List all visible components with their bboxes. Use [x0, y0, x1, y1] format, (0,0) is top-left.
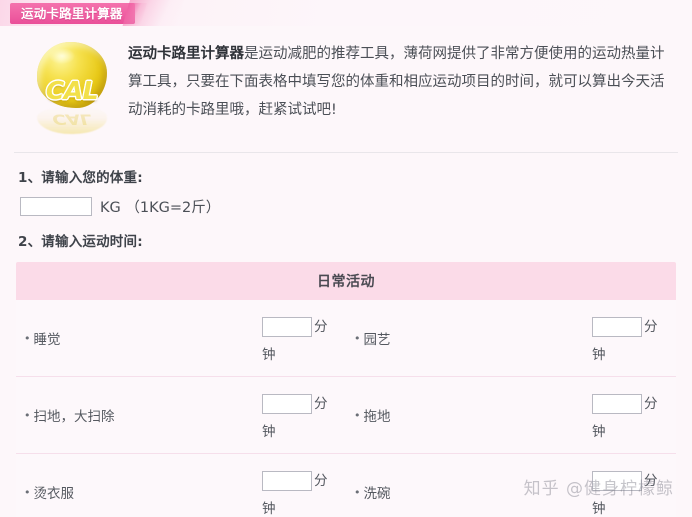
minute-unit-fen: 分: [644, 319, 658, 335]
activity-label-wrap: • 拖地: [354, 386, 592, 427]
bullet-icon: •: [24, 409, 31, 422]
minute-unit-fen: 分: [314, 473, 328, 489]
intro-bold-lead: 运动卡路里计算器: [128, 46, 244, 62]
bullet-icon: •: [354, 409, 361, 422]
minute-unit-fen: 分: [644, 396, 658, 412]
page-title-tab: 运动卡路里计算器: [10, 3, 135, 24]
minutes-input[interactable]: [592, 471, 642, 491]
activity-cell-mopping: • 拖地 分 钟: [346, 377, 676, 453]
minute-unit-fen: 分: [644, 473, 658, 489]
minutes-input[interactable]: [262, 471, 312, 491]
activity-table-header: 日常活动: [16, 262, 676, 300]
calorie-calculator-page: 运动卡路里计算器 CAL CAL 运动卡路里计算器是运动减肥的推荐工具，薄荷网提…: [0, 0, 692, 517]
table-row: • 烫衣服 分 钟 • 洗碗 分 钟: [16, 454, 676, 517]
activity-label: 园艺: [363, 332, 391, 348]
activity-cell-sweeping: • 扫地，大扫除 分 钟: [16, 377, 346, 453]
minute-unit-zhong: 钟: [592, 424, 606, 440]
weight-unit-note: KG （1KG=2斤）: [100, 200, 221, 216]
minute-unit-zhong: 钟: [262, 501, 276, 517]
minute-input-group: 分 钟: [592, 309, 670, 368]
bullet-icon: •: [354, 332, 361, 345]
activity-label: 睡觉: [33, 332, 61, 348]
activity-label: 洗碗: [363, 486, 391, 502]
minute-input-group: 分 钟: [592, 463, 670, 517]
activity-label-wrap: • 烫衣服: [24, 463, 262, 504]
cal-icon: CAL CAL: [29, 42, 115, 138]
intro-section: CAL CAL 运动卡路里计算器是运动减肥的推荐工具，薄荷网提供了非常方便使用的…: [0, 26, 692, 144]
activity-label-wrap: • 扫地，大扫除: [24, 386, 262, 427]
table-row: • 睡觉 分 钟 • 园艺 分 钟: [16, 300, 676, 377]
minute-unit-fen: 分: [314, 319, 328, 335]
minute-input-group: 分 钟: [262, 386, 340, 445]
cal-icon-label: CAL: [45, 76, 99, 105]
minute-unit-fen: 分: [314, 396, 328, 412]
activity-label-wrap: • 园艺: [354, 309, 592, 350]
activity-label-wrap: • 洗碗: [354, 463, 592, 504]
activity-cell-sleep: • 睡觉 分 钟: [16, 300, 346, 376]
table-row: • 扫地，大扫除 分 钟 • 拖地 分 钟: [16, 377, 676, 454]
activity-table: 日常活动 • 睡觉 分 钟 • 园艺 分 钟 • 扫地，大扫除 分 钟 • 拖地…: [16, 262, 676, 517]
cal-icon-label-reflection: CAL: [52, 110, 92, 128]
minute-unit-zhong: 钟: [262, 347, 276, 363]
minutes-input[interactable]: [262, 394, 312, 414]
activity-label: 烫衣服: [33, 486, 75, 502]
activity-label-wrap: • 睡觉: [24, 309, 262, 350]
minutes-input[interactable]: [592, 317, 642, 337]
activity-label: 拖地: [363, 409, 391, 425]
weight-input[interactable]: [20, 197, 92, 216]
activity-cell-ironing: • 烫衣服 分 钟: [16, 454, 346, 517]
minute-input-group: 分 钟: [262, 463, 340, 517]
time-section-label: 2、请输入运动时间:: [18, 234, 143, 250]
activity-cell-gardening: • 园艺 分 钟: [346, 300, 676, 376]
header-bar: 运动卡路里计算器: [0, 0, 692, 26]
minutes-input[interactable]: [262, 317, 312, 337]
minute-unit-zhong: 钟: [592, 347, 606, 363]
activity-cell-dishwashing: • 洗碗 分 钟: [346, 454, 676, 517]
minute-unit-zhong: 钟: [592, 501, 606, 517]
minutes-input[interactable]: [592, 394, 642, 414]
cal-icon-container: CAL CAL: [16, 38, 128, 138]
minute-input-group: 分 钟: [592, 386, 670, 445]
minute-unit-zhong: 钟: [262, 424, 276, 440]
activity-label: 扫地，大扫除: [33, 409, 115, 425]
bullet-icon: •: [24, 486, 31, 499]
bullet-icon: •: [24, 332, 31, 345]
weight-input-row: KG （1KG=2斤）: [0, 186, 692, 217]
minute-input-group: 分 钟: [262, 309, 340, 368]
weight-section-label: 1、请输入您的体重:: [18, 170, 143, 186]
bullet-icon: •: [354, 486, 361, 499]
intro-description: 运动卡路里计算器是运动减肥的推荐工具，薄荷网提供了非常方便使用的运动热量计算工具…: [128, 38, 676, 124]
